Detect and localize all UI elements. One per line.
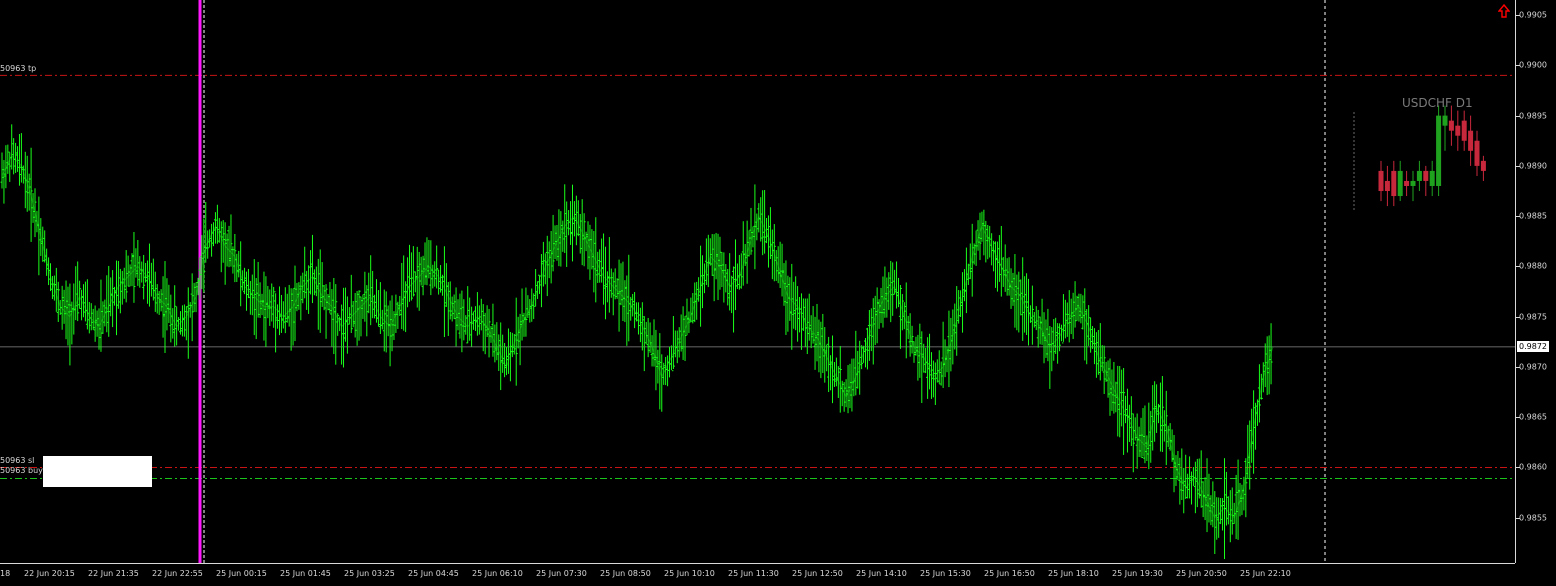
time-tick-label: 25 Jun 14:10 [856, 569, 907, 578]
price-tick-mark [1516, 266, 1520, 268]
mini-chart-title: USDCHF D1 [1402, 96, 1473, 110]
mini-candle-body [1480, 160, 1486, 171]
mini-candle-body [1468, 130, 1474, 151]
price-tick-label: 0.9885 [1519, 211, 1547, 221]
time-tick-label: 25 Jun 10:10 [664, 569, 715, 578]
time-tick-label: 25 Jun 07:30 [536, 569, 587, 578]
mini-candle-body [1436, 115, 1442, 186]
time-tick-label: 25 Jun 08:50 [600, 569, 651, 578]
time-tick-label: 25 Jun 19:30 [1112, 569, 1163, 578]
time-axis: 18 22 Jun 20:15 22 Jun 21:35 22 Jun 22:55 25… [0, 563, 1515, 586]
price-tick-mark [1516, 216, 1520, 218]
stop-loss-label: 50963 sl [0, 456, 35, 466]
time-tick-label: 25 Jun 15:30 [920, 569, 971, 578]
price-tick-label: 0.9900 [1519, 60, 1547, 70]
mini-candle-body [1416, 170, 1422, 181]
current-price-label: 0.9872 [1517, 341, 1549, 353]
time-tick-label: 25 Jun 11:30 [728, 569, 779, 578]
time-tick-label: 25 Jun 00:15 [216, 569, 267, 578]
time-tick-label: 25 Jun 18:10 [1048, 569, 1099, 578]
time-tick-label: 25 Jun 04:45 [408, 569, 459, 578]
mini-candle-body [1429, 170, 1435, 186]
mini-candle-body [1423, 170, 1429, 181]
mini-candle-body [1378, 170, 1384, 192]
mini-candle-body [1448, 120, 1454, 131]
up-arrow-icon[interactable] [1498, 4, 1510, 18]
price-tick-label: 0.9875 [1519, 312, 1547, 322]
time-tick-label: 25 Jun 06:10 [472, 569, 523, 578]
mini-candle-body [1442, 115, 1448, 126]
time-tick-label: 25 Jun 22:10 [1240, 569, 1291, 578]
price-axis: 0.9905 0.9900 0.9895 0.9890 0.9885 0.9880 0.98… [1515, 0, 1556, 563]
price-tick-label: 0.9880 [1519, 261, 1547, 271]
time-tick-label: 25 Jun 01:45 [280, 569, 331, 578]
trade-info-box [43, 456, 152, 487]
price-plot-area[interactable] [0, 0, 1515, 563]
price-tick-label: 0.9865 [1519, 412, 1547, 422]
mini-candle-body [1410, 180, 1416, 186]
price-tick-mark [1516, 517, 1520, 519]
price-tick-label: 0.9890 [1519, 161, 1547, 171]
price-tick-mark [1516, 316, 1520, 318]
price-tick-mark [1516, 165, 1520, 167]
buy-order-label: 50963 buy [0, 466, 43, 476]
price-tick-label: 0.9855 [1519, 513, 1547, 523]
price-tick-label: 0.9860 [1519, 462, 1547, 472]
take-profit-label: 50963 tp [0, 64, 37, 74]
time-tick-label: 22 Jun 21:35 [88, 569, 139, 578]
price-tick-mark [1516, 417, 1520, 419]
price-tick-mark [1516, 366, 1520, 368]
mini-candle-body [1404, 180, 1410, 186]
mini-candle-body [1397, 170, 1403, 197]
mini-candle-body [1391, 170, 1397, 197]
time-tick-label: 22 Jun 22:55 [152, 569, 203, 578]
time-tick-label: 25 Jun 03:25 [344, 569, 395, 578]
price-tick-label: 0.9905 [1519, 10, 1547, 20]
price-tick-label: 0.9895 [1519, 111, 1547, 121]
time-tick-label: 25 Jun 16:50 [984, 569, 1035, 578]
mini-candle-body [1384, 180, 1390, 192]
time-tick-label: 18 [0, 569, 11, 578]
chart-window[interactable]: 0.9905 0.9900 0.9895 0.9890 0.9885 0.9880 0.98… [0, 0, 1556, 585]
mini-candle-body [1461, 120, 1467, 141]
price-tick-mark [1516, 115, 1520, 117]
price-tick-label: 0.9870 [1519, 362, 1547, 372]
price-tick-mark [1516, 15, 1520, 17]
price-tick-mark [1516, 65, 1520, 67]
time-tick-label: 25 Jun 20:50 [1176, 569, 1227, 578]
mini-candle-body [1455, 125, 1461, 136]
time-tick-label: 25 Jun 12:50 [792, 569, 843, 578]
time-tick-label: 22 Jun 20:15 [24, 569, 75, 578]
price-tick-mark [1516, 467, 1520, 469]
mini-candle-body [1474, 140, 1480, 166]
